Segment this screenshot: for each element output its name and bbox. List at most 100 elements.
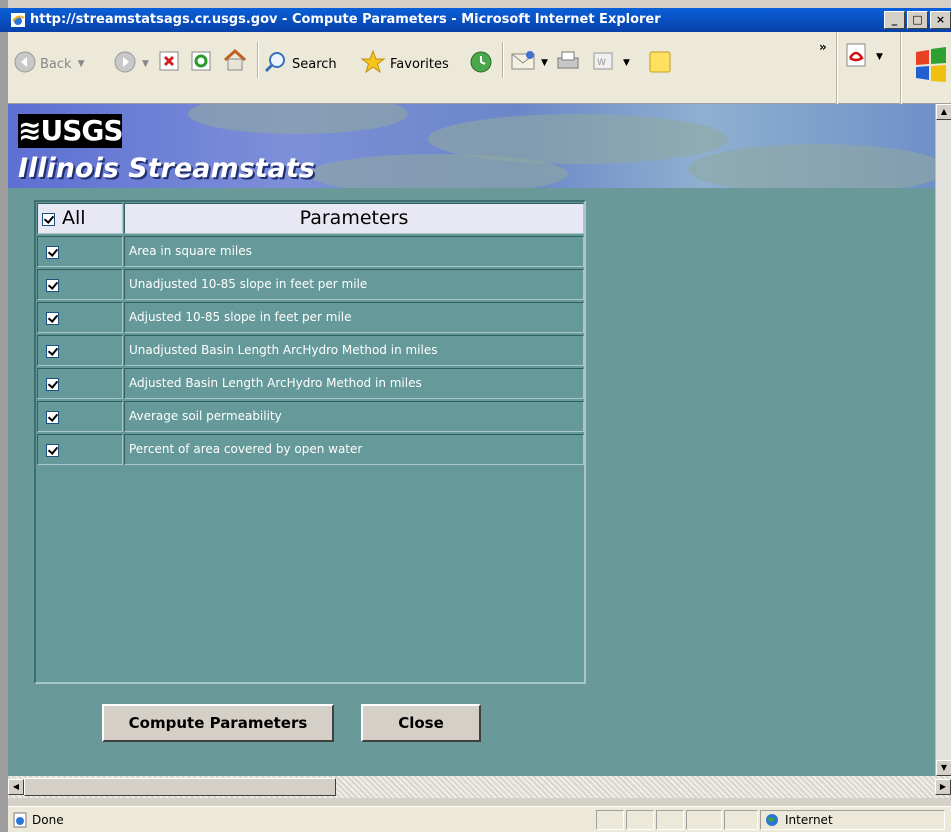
banner-title: Illinois Streamstats <box>18 153 315 184</box>
table-row: Adjusted 10-85 slope in feet per mile <box>36 301 584 334</box>
checkbox-cell[interactable] <box>37 434 123 465</box>
forward-button[interactable]: ▼ <box>114 51 149 77</box>
table-row: Area in square miles <box>36 235 584 268</box>
banner-map-texture <box>188 104 408 134</box>
favorites-star-icon <box>360 49 386 79</box>
scroll-up-icon[interactable]: ▲ <box>936 104 951 120</box>
mail-dropdown-icon[interactable]: ▼ <box>541 58 548 68</box>
pdf-icon <box>844 42 870 72</box>
back-button[interactable]: Back ▼ <box>14 51 84 77</box>
status-segment <box>724 810 758 830</box>
stop-button[interactable] <box>158 50 180 76</box>
scroll-right-icon[interactable]: ▶ <box>935 779 951 795</box>
toolbar-separator <box>900 32 902 104</box>
back-dropdown-icon[interactable]: ▼ <box>78 59 85 69</box>
mail-button[interactable]: ▼ <box>510 49 548 77</box>
forward-dropdown-icon[interactable]: ▼ <box>142 59 149 69</box>
parameter-checkbox[interactable] <box>46 444 59 457</box>
minimize-button[interactable]: _ <box>884 11 905 29</box>
close-button[interactable]: Close <box>361 704 481 742</box>
edit-button[interactable]: W ▼ <box>593 51 630 75</box>
parameter-label: Adjusted 10-85 slope in feet per mile <box>124 302 584 333</box>
status-segment <box>656 810 684 830</box>
internet-globe-icon <box>765 813 779 830</box>
parameter-checkbox[interactable] <box>46 312 59 325</box>
print-icon <box>556 50 580 76</box>
toolbar-overflow[interactable]: » <box>819 40 827 54</box>
pdf-dropdown-icon[interactable]: ▼ <box>876 52 883 62</box>
table-row: Percent of area covered by open water <box>36 433 584 466</box>
favorites-label: Favorites <box>390 56 449 72</box>
close-window-button[interactable]: × <box>930 11 951 29</box>
print-button[interactable] <box>556 50 580 76</box>
pdf-button[interactable]: ▼ <box>844 42 883 72</box>
back-label: Back <box>40 56 72 72</box>
parameters-header: Parameters <box>124 203 584 234</box>
status-segment <box>626 810 654 830</box>
svg-text:W: W <box>597 58 606 68</box>
refresh-button[interactable] <box>190 50 212 76</box>
parameter-label: Adjusted Basin Length ArcHydro Method in… <box>124 368 584 399</box>
checkbox-cell[interactable] <box>37 401 123 432</box>
banner-map-texture <box>688 144 935 188</box>
status-segment <box>596 810 624 830</box>
compute-parameters-button[interactable]: Compute Parameters <box>102 704 334 742</box>
windows-flag-icon <box>914 46 948 90</box>
favorites-button[interactable]: Favorites <box>360 49 449 79</box>
parameter-checkbox[interactable] <box>46 246 59 259</box>
status-segment <box>686 810 722 830</box>
discuss-button[interactable] <box>648 50 672 78</box>
mail-icon <box>510 49 538 77</box>
home-icon <box>222 48 248 76</box>
history-button[interactable] <box>468 49 494 79</box>
usgs-banner: ≋USGS Illinois Streamstats <box>8 104 935 188</box>
window-controls: _ □ × <box>884 11 951 29</box>
stop-icon <box>158 50 180 76</box>
title-bar: http://streamstatsags.cr.usgs.gov - Comp… <box>0 8 951 32</box>
checkbox-cell[interactable] <box>37 335 123 366</box>
scroll-left-icon[interactable]: ◀ <box>8 779 24 795</box>
parameter-label: Average soil permeability <box>124 401 584 432</box>
checkbox-cell[interactable] <box>37 368 123 399</box>
maximize-button[interactable]: □ <box>907 11 928 29</box>
parameter-checkbox[interactable] <box>46 345 59 358</box>
history-icon <box>468 49 494 79</box>
parameter-rows: Area in square miles Unadjusted 10-85 slo… <box>36 235 584 466</box>
search-button[interactable]: Search <box>264 50 337 78</box>
page-content: ≋USGS Illinois Streamstats All Parameter… <box>8 104 935 776</box>
parameter-checkbox[interactable] <box>46 411 59 424</box>
parameters-table: All Parameters Area in square miles Unadj… <box>36 202 584 466</box>
zone-label: Internet <box>785 813 833 827</box>
vertical-scrollbar[interactable]: ▲ ▼ <box>935 104 951 776</box>
checkbox-cell[interactable] <box>37 236 123 267</box>
parameters-panel: All Parameters Area in square miles Unadj… <box>34 200 586 684</box>
status-bar: Done Internet <box>8 806 951 832</box>
scroll-down-icon[interactable]: ▼ <box>936 760 951 776</box>
toolbar-separator <box>836 32 838 104</box>
windows-logo <box>914 46 948 90</box>
checkbox-cell[interactable] <box>37 269 123 300</box>
select-all-checkbox[interactable] <box>42 213 55 226</box>
table-row: Unadjusted 10-85 slope in feet per mile <box>36 268 584 301</box>
parameter-checkbox[interactable] <box>46 378 59 391</box>
status-text: Done <box>32 813 64 827</box>
home-button[interactable] <box>222 48 248 76</box>
toolbar-separator <box>257 42 259 78</box>
parameter-checkbox[interactable] <box>46 279 59 292</box>
search-label: Search <box>292 56 337 72</box>
select-all-cell[interactable]: All <box>37 203 123 234</box>
search-icon <box>264 50 288 78</box>
usgs-logo: ≋USGS <box>18 114 124 148</box>
edit-dropdown-icon[interactable]: ▼ <box>623 58 630 68</box>
toolbar-separator <box>502 42 504 78</box>
horizontal-scroll-thumb[interactable] <box>24 778 336 796</box>
security-zone: Internet <box>760 810 945 830</box>
parameter-label: Unadjusted 10-85 slope in feet per mile <box>124 269 584 300</box>
horizontal-scrollbar[interactable]: ◀ ▶ <box>8 776 951 798</box>
parameter-label: Unadjusted Basin Length ArcHydro Method … <box>124 335 584 366</box>
note-icon <box>648 50 672 78</box>
back-arrow-icon <box>14 51 36 77</box>
select-all-label: All <box>62 207 86 229</box>
ie-page-icon <box>10 12 26 28</box>
checkbox-cell[interactable] <box>37 302 123 333</box>
